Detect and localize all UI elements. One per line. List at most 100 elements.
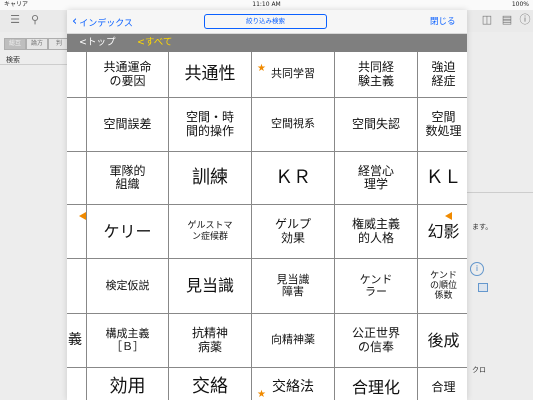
back-button[interactable]: ‹ インデックス — [72, 10, 133, 34]
index-term-cell[interactable]: ケンド の順位 係数 — [418, 259, 467, 314]
index-term-cell[interactable]: 向精神薬 — [252, 314, 335, 368]
index-term-label: ＫＬ — [425, 166, 462, 188]
index-term-cell[interactable]: ＫＬ — [418, 152, 467, 205]
index-term-label: 交絡 — [192, 376, 228, 398]
index-term-label: 空間失認 — [351, 116, 400, 131]
grid-row: 軍隊的 組織 訓練 ＫＲ 経営心 理学 ＫＬ — [67, 152, 467, 205]
index-term-cell[interactable]: ゲルストマ ン症候群 — [169, 205, 252, 259]
grid-row: 検定仮説 見当識 見当識 障害 ケンド ラー ケンド の順位 係数 — [67, 259, 467, 314]
star-marker-icon: ★ — [257, 389, 266, 400]
index-term-cell[interactable]: 訓練 — [169, 152, 252, 205]
index-term-cell[interactable]: 空間・時 間的操作 — [169, 98, 252, 152]
breadcrumb-all[interactable]: <すべて — [137, 34, 172, 52]
star-marker-icon: ★ — [257, 63, 266, 74]
index-term-label: 空間視系 — [271, 117, 315, 131]
index-term-label: 共通運命 の要因 — [103, 60, 152, 88]
index-term-cell[interactable]: 後成 — [418, 314, 467, 368]
grid-row: 空間誤差 空間・時 間的操作 空間視系 空間失認 空間 数処理 — [67, 98, 467, 152]
index-term-cell[interactable]: ケリー — [87, 205, 169, 259]
index-term-label: ゲルプ 効果 — [274, 217, 311, 245]
index-term-label: 検定仮説 — [105, 278, 150, 292]
index-term-cell[interactable] — [67, 259, 87, 314]
bookmark-marker-icon — [79, 212, 86, 220]
index-modal: ‹ インデックス 絞り込み検索 閉じる <トップ <すべて 共通運命 の要因 共通… — [67, 10, 467, 400]
index-grid: 共通運命 の要因 共通性 共同学習 共同経 験主義 強迫 経症空間誤差 空間・時 間的操作… — [67, 52, 467, 400]
index-term-label: 義 — [68, 331, 82, 348]
index-term-cell[interactable]: ゲルプ 効果 — [252, 205, 335, 259]
index-term-cell[interactable]: 共通性 — [169, 52, 252, 98]
grid-row: ケリー ゲルストマ ン症候群 ゲルプ 効果 権威主義 的人格 幻影 — [67, 205, 467, 259]
index-term-cell[interactable]: 共同経 験主義 — [335, 52, 418, 98]
index-term-cell[interactable]: 空間失認 — [335, 98, 418, 152]
index-term-cell[interactable] — [67, 368, 87, 400]
index-term-cell[interactable]: 効用 — [87, 368, 169, 400]
index-term-label: 見当識 — [185, 276, 234, 296]
index-term-label: ゲルストマ ン症候群 — [187, 221, 233, 242]
index-term-label: ケリー — [103, 221, 152, 241]
index-term-cell[interactable] — [67, 152, 87, 205]
index-term-label: 合理 — [431, 379, 456, 394]
index-term-label: 空間誤差 — [103, 116, 152, 131]
index-term-cell[interactable]: 構成主義 ［Ｂ］ — [87, 314, 169, 368]
index-term-cell[interactable]: 軍隊的 組織 — [87, 152, 169, 205]
index-term-cell[interactable]: 空間視系 — [252, 98, 335, 152]
index-term-label: 見当識 障害 — [276, 272, 310, 298]
modal-navbar: ‹ インデックス 絞り込み検索 閉じる — [67, 10, 467, 34]
index-term-cell[interactable]: 公正世界 の信奉 — [335, 314, 418, 368]
back-label: インデックス — [79, 18, 133, 29]
index-term-cell[interactable]: 交絡 — [169, 368, 252, 400]
grid-row: 義 構成主義 ［Ｂ］ 抗精神 病薬 向精神薬 公正世界 の信奉 後成 — [67, 314, 467, 368]
index-term-cell[interactable] — [67, 98, 87, 152]
index-term-cell[interactable]: 合理化 — [335, 368, 418, 400]
index-term-cell[interactable]: 見当識 — [169, 259, 252, 314]
index-term-cell[interactable]: 経営心 理学 — [335, 152, 418, 205]
bookmark-marker-icon — [445, 212, 452, 220]
index-term-label: 訓練 — [192, 166, 228, 188]
index-term-label: ケンド ラー — [359, 272, 393, 298]
index-term-label: 経営心 理学 — [357, 163, 394, 191]
index-term-label: 公正世界 の信奉 — [351, 326, 400, 354]
grid-row: 共通運命 の要因 共通性 共同学習 共同経 験主義 強迫 経症 — [67, 52, 467, 98]
index-term-cell[interactable]: 検定仮説 — [87, 259, 169, 314]
index-term-label: 後成 — [427, 330, 460, 350]
filter-search-button[interactable]: 絞り込み検索 — [204, 14, 327, 29]
index-term-cell[interactable]: 共同学習 — [252, 52, 335, 98]
index-term-cell[interactable]: 合理 — [418, 368, 467, 400]
index-term-cell[interactable]: ＫＲ — [252, 152, 335, 205]
index-term-label: 構成主義 ［Ｂ］ — [105, 327, 150, 353]
index-term-label: 効用 — [109, 376, 146, 398]
index-term-label: ケンド の順位 係数 — [429, 270, 457, 302]
index-term-label: 抗精神 病薬 — [191, 326, 228, 354]
index-term-label: 合理化 — [351, 377, 400, 397]
index-term-cell[interactable]: 共通運命 の要因 — [87, 52, 169, 98]
close-button[interactable]: 閉じる — [430, 10, 456, 34]
index-term-label: ＫＲ — [275, 166, 311, 188]
index-term-cell[interactable]: 権威主義 的人格 — [335, 205, 418, 259]
index-term-label: 幻影 — [427, 221, 460, 241]
index-term-cell[interactable]: 幻影 — [418, 205, 467, 259]
breadcrumb: <トップ <すべて — [67, 34, 467, 52]
index-term-cell[interactable]: 義 — [67, 314, 87, 368]
status-bar: キャリア 11:10 AM 100% — [0, 0, 533, 10]
battery-label: 100% — [511, 1, 529, 8]
index-term-cell[interactable]: 見当識 障害 — [252, 259, 335, 314]
index-term-label: 軍隊的 組織 — [109, 163, 146, 191]
index-term-label: 空間・時 間的操作 — [185, 110, 234, 138]
index-term-label: 向精神薬 — [271, 333, 315, 347]
index-term-label: 強迫 経症 — [431, 60, 456, 88]
index-term-label: 権威主義 的人格 — [351, 217, 400, 245]
index-term-label: 共同経 験主義 — [357, 60, 394, 88]
index-term-cell[interactable]: 空間 数処理 — [418, 98, 467, 152]
index-term-label: 共同学習 — [271, 67, 315, 81]
grid-row: 効用 交絡 交絡法 合理化 合理 — [67, 368, 467, 400]
index-term-cell[interactable]: 抗精神 病薬 — [169, 314, 252, 368]
status-time: 11:10 AM — [252, 1, 281, 8]
index-term-cell[interactable]: 強迫 経症 — [418, 52, 467, 98]
chevron-left-icon: ‹ — [72, 14, 78, 29]
index-term-label: 交絡法 — [272, 378, 314, 395]
index-term-cell[interactable]: ケンド ラー — [335, 259, 418, 314]
index-term-cell[interactable]: 空間誤差 — [87, 98, 169, 152]
breadcrumb-top[interactable]: <トップ — [79, 34, 115, 52]
index-term-label: 共通性 — [184, 63, 236, 84]
index-term-cell[interactable] — [67, 52, 87, 98]
